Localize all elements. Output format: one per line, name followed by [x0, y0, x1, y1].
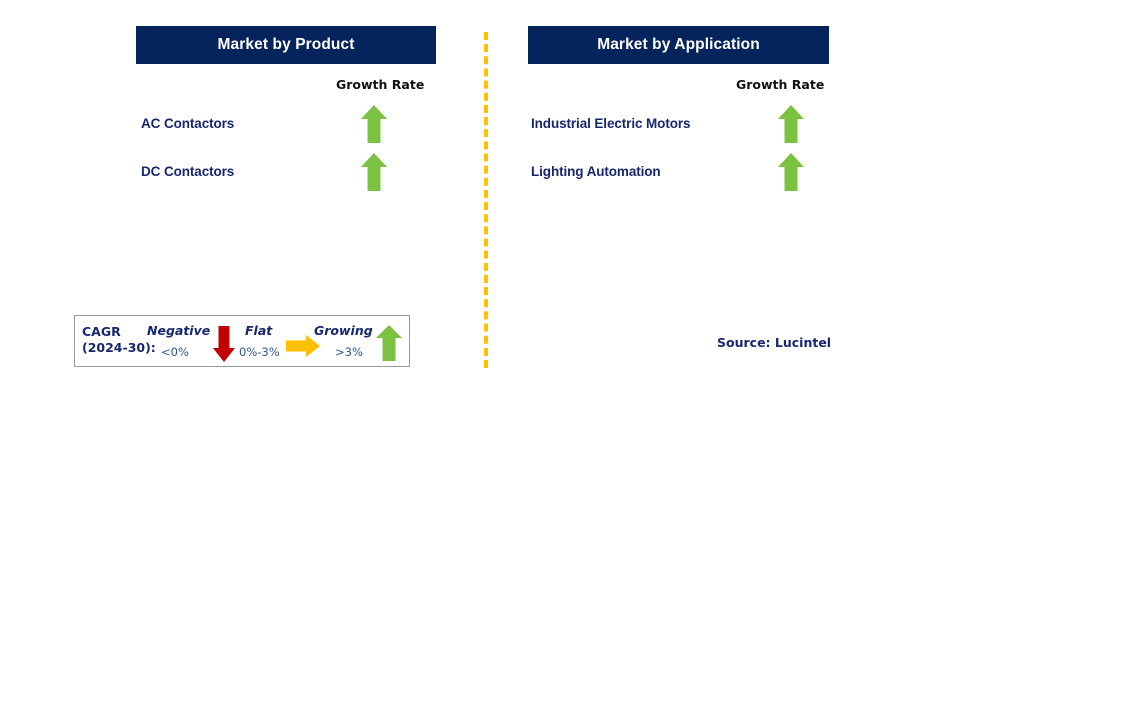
growth-rate-column-label-right: Growth Rate [736, 77, 825, 92]
panel-title-text: Market by Product [217, 36, 355, 53]
legend-term-flat: Flat [245, 323, 273, 338]
arrow-up-icon [359, 105, 389, 143]
row-label-ac-contactors: AC Contactors [141, 116, 235, 131]
arrow-up-icon [776, 105, 806, 143]
legend-term-negative: Negative [147, 323, 211, 338]
panel-title-text: Market by Application [597, 36, 760, 53]
arrow-down-icon [212, 326, 236, 362]
legend-range-negative: <0% [161, 345, 189, 359]
cagr-legend: CAGR (2024-30): Negative <0% Flat 0%-3% … [74, 315, 410, 367]
legend-range-growing: >3% [335, 345, 363, 359]
panel-header-market-by-application: Market by Application [528, 26, 829, 64]
row-label-dc-contactors: DC Contactors [141, 164, 235, 179]
arrow-up-icon [359, 153, 389, 191]
panel-divider [484, 32, 488, 368]
arrow-up-icon [776, 153, 806, 191]
legend-title-line2: (2024-30): [82, 340, 156, 355]
legend-range-flat: 0%-3% [239, 345, 280, 359]
arrow-up-icon [375, 324, 403, 362]
legend-title-line1: CAGR [82, 324, 121, 339]
growth-rate-column-label-left: Growth Rate [336, 77, 425, 92]
row-label-lighting-automation: Lighting Automation [531, 164, 661, 179]
legend-term-growing: Growing [314, 323, 373, 338]
source-note: Source: Lucintel [717, 335, 832, 350]
panel-header-market-by-product: Market by Product [136, 26, 436, 64]
row-label-industrial-electric-motors: Industrial Electric Motors [531, 116, 691, 131]
